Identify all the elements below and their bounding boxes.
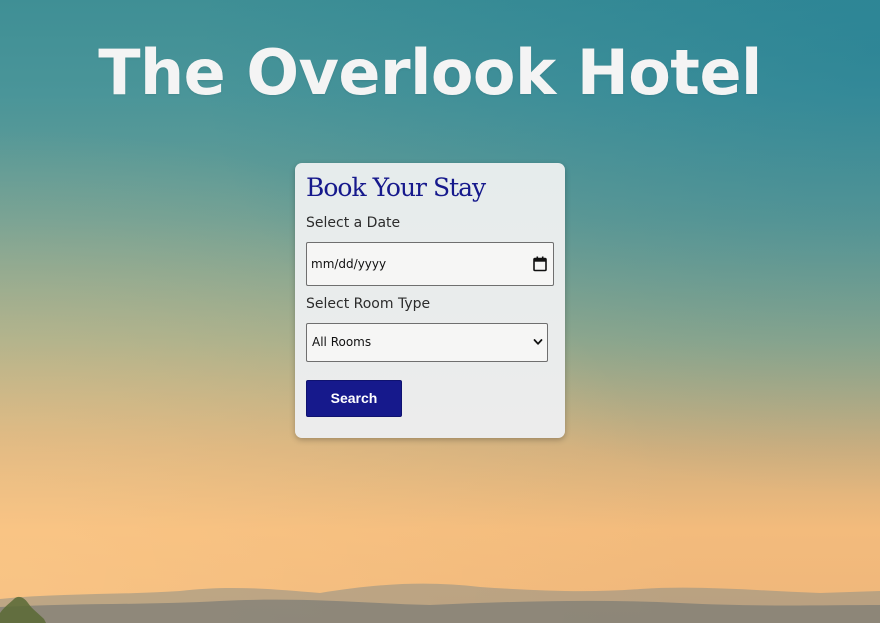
date-label: Select a Date	[306, 215, 401, 231]
date-input[interactable]: mm/dd/yyyy	[306, 242, 554, 286]
search-button[interactable]: Search	[306, 380, 402, 417]
page-title: The Overlook Hotel	[98, 36, 762, 109]
booking-heading: Book Your Stay	[306, 173, 486, 202]
calendar-icon[interactable]	[533, 256, 547, 272]
room-type-select[interactable]: All Rooms	[306, 323, 548, 362]
background-mountains	[0, 583, 880, 623]
room-type-label: Select Room Type	[306, 296, 431, 312]
date-placeholder: mm/dd/yyyy	[311, 257, 387, 271]
chevron-down-icon	[533, 339, 543, 345]
booking-form: Book Your Stay Select a Date mm/dd/yyyy …	[295, 163, 565, 438]
room-type-value: All Rooms	[312, 335, 372, 349]
